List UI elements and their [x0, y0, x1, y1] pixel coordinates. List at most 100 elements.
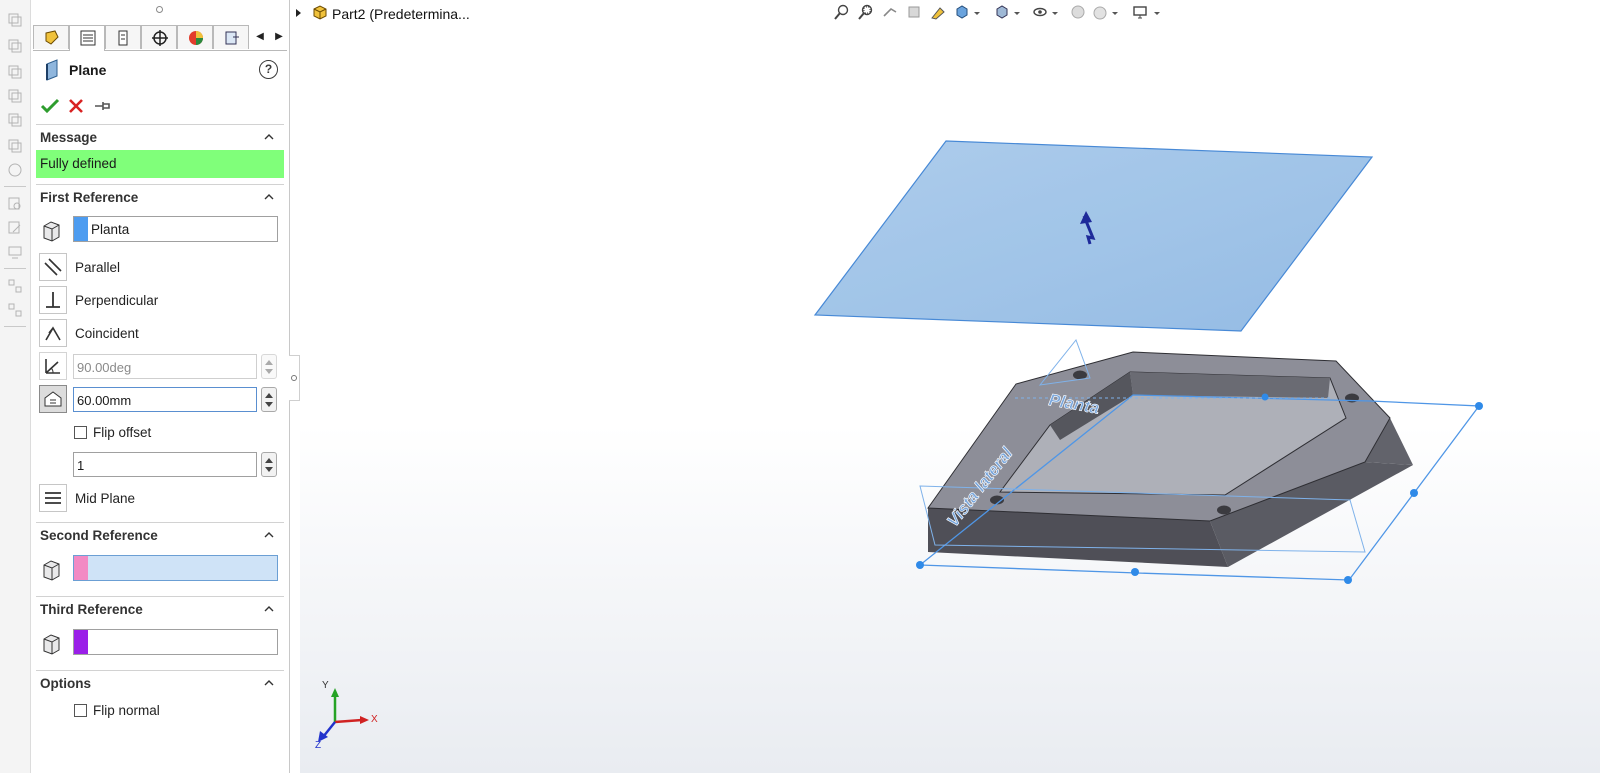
tab-configuration-manager[interactable]: [105, 25, 141, 49]
hide-show-items-icon[interactable]: [1032, 4, 1048, 20]
plane-handle[interactable]: [1475, 402, 1483, 410]
reference-color-stripe: [74, 556, 88, 580]
chevron-down-icon[interactable]: [1112, 12, 1118, 15]
angle-button[interactable]: [39, 352, 67, 380]
page-title: Plane: [69, 62, 107, 78]
reference-color-stripe: [74, 630, 88, 654]
toolbar-search-icon[interactable]: [7, 196, 23, 212]
angle-spinner[interactable]: [261, 354, 277, 379]
dynamic-annotation-icon[interactable]: [930, 4, 946, 20]
previous-view-icon[interactable]: [882, 4, 898, 20]
tabs-scroll-right-icon[interactable]: ▶: [272, 29, 286, 45]
tab-property-manager[interactable]: [69, 25, 105, 51]
view-orientation-icon[interactable]: [954, 4, 970, 20]
help-icon[interactable]: ?: [259, 60, 278, 79]
cancel-x-icon[interactable]: [68, 98, 84, 114]
parallel-label: Parallel: [75, 260, 121, 275]
toolbar-display-icon[interactable]: [7, 244, 23, 260]
tree-expand-icon[interactable]: [296, 9, 301, 17]
tab-dimxpert-manager[interactable]: [141, 25, 177, 49]
panel-grip-icon[interactable]: [156, 6, 163, 13]
toolbar-pattern-icon[interactable]: [7, 278, 23, 294]
tab-display-manager[interactable]: [177, 25, 213, 49]
angle-icon: [45, 359, 60, 374]
flip-offset-checkbox[interactable]: [74, 426, 87, 439]
section-options-header[interactable]: Options: [36, 670, 284, 697]
chevron-up-icon[interactable]: [264, 192, 274, 202]
property-manager-panel: ◀ ▶ Plane ? Message Fully defined First …: [31, 0, 290, 773]
panel-collapse-handle[interactable]: [289, 355, 300, 401]
display-style-icon[interactable]: [994, 4, 1010, 20]
feature-tree-part-label[interactable]: Part2 (Predetermina...: [332, 6, 470, 22]
flip-normal-checkbox[interactable]: [74, 704, 87, 717]
perpendicular-button[interactable]: [39, 286, 67, 314]
offset-distance-spinner[interactable]: [261, 387, 277, 412]
zoom-to-fit-icon[interactable]: [834, 4, 850, 20]
offset-distance-button[interactable]: [39, 385, 67, 413]
section-second-reference-header[interactable]: Second Reference: [36, 522, 284, 549]
toolbar-pattern-icon[interactable]: [7, 302, 23, 318]
toolbar-copy-icon[interactable]: [7, 38, 23, 54]
coincident-icon: [45, 326, 61, 341]
toolbar-copy-icon[interactable]: [7, 88, 23, 104]
reference-entity-icon[interactable]: [39, 557, 65, 583]
view-settings-icon[interactable]: [1132, 4, 1148, 20]
tab-cam-manager[interactable]: [213, 25, 249, 49]
toolbar-copy-icon[interactable]: [7, 112, 23, 128]
toolbar-separator: [4, 268, 26, 269]
reference-entity-icon[interactable]: [39, 631, 65, 657]
apply-scene-icon[interactable]: [1092, 4, 1108, 20]
tab-feature-manager[interactable]: [33, 25, 69, 49]
section-label: Third Reference: [40, 602, 143, 617]
tabs-scroll-left-icon[interactable]: ◀: [253, 29, 267, 45]
plane-handle[interactable]: [916, 561, 924, 569]
chevron-down-icon[interactable]: [1154, 12, 1160, 15]
angle-input[interactable]: 90.00deg: [73, 354, 257, 379]
reference-entity-icon[interactable]: [39, 218, 65, 244]
left-command-bar: [0, 0, 31, 773]
number-of-planes-spinner[interactable]: [261, 452, 277, 477]
toolbar-copy-icon[interactable]: [7, 12, 23, 28]
first-reference-value: Planta: [91, 222, 130, 237]
pushpin-icon[interactable]: [94, 99, 112, 113]
section-view-icon[interactable]: [906, 4, 922, 20]
first-reference-selection-box[interactable]: Planta: [73, 216, 278, 242]
chevron-up-icon[interactable]: [264, 132, 274, 142]
chevron-up-icon[interactable]: [264, 678, 274, 688]
toolbar-copy-icon[interactable]: [7, 138, 23, 154]
section-label: Message: [40, 130, 98, 145]
mid-plane-button[interactable]: [39, 484, 67, 512]
number-of-planes-input[interactable]: 1: [73, 452, 257, 477]
chevron-down-icon[interactable]: [974, 12, 980, 15]
axis-z-label: Z: [315, 740, 321, 751]
zoom-to-area-icon[interactable]: [858, 4, 874, 20]
display-manager-icon: [189, 31, 203, 45]
section-first-reference-header[interactable]: First Reference: [36, 184, 284, 211]
section-message-header[interactable]: Message: [36, 124, 284, 151]
chevron-down-icon[interactable]: [1052, 12, 1058, 15]
plane-handle[interactable]: [1261, 393, 1269, 401]
plane-handle[interactable]: [1131, 568, 1139, 576]
graphics-viewport[interactable]: Planta Vista lateral Y X Z: [300, 0, 1600, 773]
offset-distance-input[interactable]: 60.00mm: [73, 387, 257, 412]
chevron-up-icon[interactable]: [264, 530, 274, 540]
edit-appearance-icon[interactable]: [1070, 4, 1086, 20]
angle-value: 90.00deg: [77, 360, 132, 375]
parallel-button[interactable]: [39, 253, 67, 281]
toolbar-copy-icon[interactable]: [7, 64, 23, 80]
perpendicular-icon: [46, 292, 60, 308]
offset-distance-value: 60.00mm: [77, 393, 132, 408]
section-third-reference-header[interactable]: Third Reference: [36, 596, 284, 623]
ok-check-icon[interactable]: [40, 97, 60, 115]
second-reference-selection-box[interactable]: [73, 555, 278, 581]
toolbar-edit-icon[interactable]: [7, 220, 23, 236]
plane-handle[interactable]: [1344, 576, 1352, 584]
number-of-planes-value: 1: [77, 458, 85, 473]
toolbar-shape-icon[interactable]: [7, 162, 23, 178]
third-reference-selection-box[interactable]: [73, 629, 278, 655]
chevron-down-icon[interactable]: [1014, 12, 1020, 15]
heads-up-view-toolbar: [828, 3, 1168, 23]
plane-handle[interactable]: [1410, 489, 1418, 497]
chevron-up-icon[interactable]: [264, 604, 274, 614]
coincident-button[interactable]: [39, 319, 67, 347]
